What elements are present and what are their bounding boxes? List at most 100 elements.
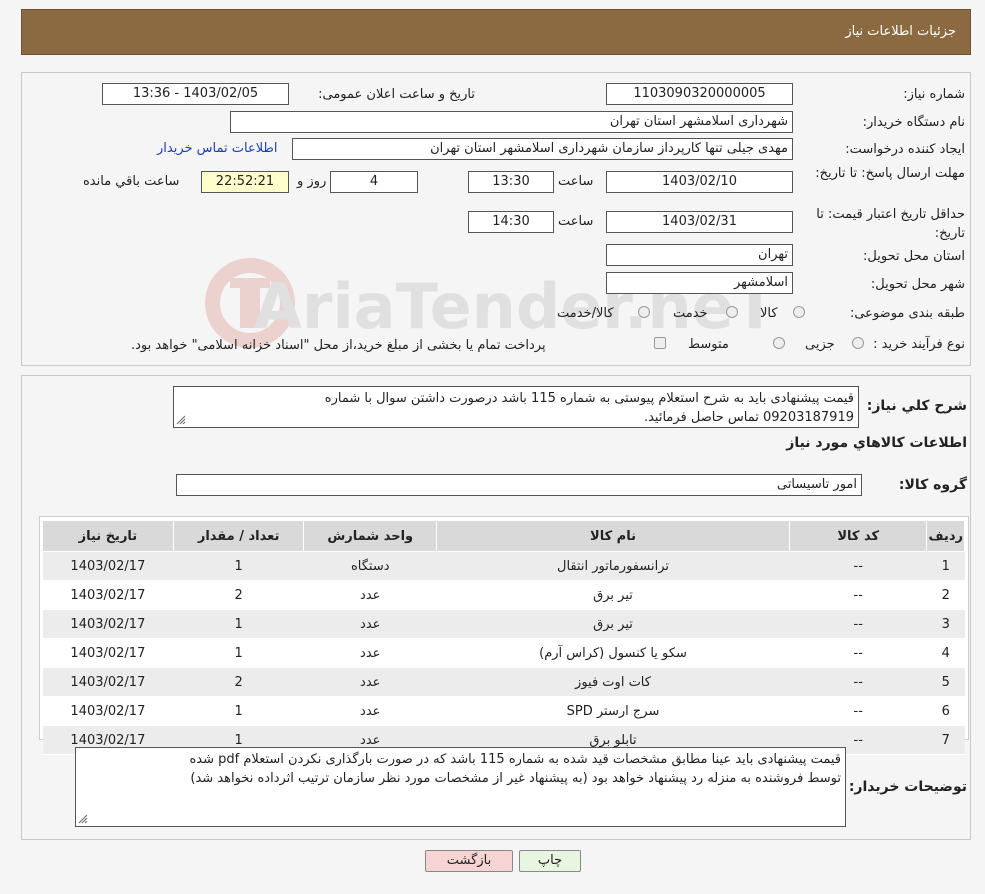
creator-label: ایجاد کننده درخواست:: [845, 142, 965, 157]
creator-field: مهدی جیلی تنها کارپرداز سازمان شهرداری ا…: [292, 138, 793, 160]
category-service-radio[interactable]: [726, 306, 738, 318]
col-qty: تعداد / مقدار: [172, 520, 305, 552]
purchase-partial-label: جزیی: [805, 337, 835, 352]
cell-code: --: [789, 580, 927, 610]
cell-unit: عدد: [303, 667, 437, 697]
page-title: جزئیات اطلاعات نیاز: [845, 24, 956, 39]
cell-name: ترانسفورماتور انتقال: [436, 551, 790, 581]
table-row: 1 -- ترانسفورماتور انتقال دستگاه 1 1403/…: [42, 551, 965, 581]
cell-name: سکو یا کنسول (کراس آرم): [436, 638, 790, 668]
purchase-partial-radio[interactable]: [852, 337, 864, 349]
summary-line-1: قیمت پیشنهادی باید به شرح استعلام پیوستی…: [324, 391, 854, 406]
category-goods-radio[interactable]: [793, 306, 805, 318]
days-label: روز و: [297, 174, 327, 189]
validity-label: حداقل تاریخ اعتبار قیمت: تا تاریخ:: [816, 207, 965, 241]
cell-date: 1403/02/17: [42, 638, 174, 668]
col-date: تاريخ نياز: [42, 520, 174, 552]
cell-date: 1403/02/17: [42, 667, 174, 697]
col-unit: واحد شمارش: [303, 520, 438, 552]
cell-date: 1403/02/17: [42, 580, 174, 610]
print-button[interactable]: چاپ: [519, 850, 581, 872]
deadline-label: مهلت ارسال پاسخ: تا تاریخ:: [815, 166, 965, 181]
purchase-medium-radio[interactable]: [773, 337, 785, 349]
buyer-notes-textarea[interactable]: قیمت پیشنهادی باید عینا مطابق مشخصات قید…: [75, 747, 846, 827]
cell-row: 5: [926, 667, 965, 697]
remaining-time-field: 22:52:21: [201, 171, 289, 193]
cell-unit: عدد: [303, 638, 437, 668]
validity-time-field: 14:30: [468, 211, 554, 233]
category-label: طبقه بندی موضوعی:: [849, 306, 965, 321]
resize-grip-icon[interactable]: [78, 814, 88, 824]
table-row: 5 -- کات اوت فیوز عدد 2 1403/02/17: [42, 667, 965, 697]
cell-name: تیر برق: [436, 609, 790, 639]
remaining-label: ساعت باقي مانده: [83, 174, 180, 189]
cell-code: --: [789, 667, 927, 697]
cell-qty: 1: [173, 638, 304, 668]
summary-line-2: 09203187919 تماس حاصل فرمائید.: [643, 410, 854, 425]
cell-row: 2: [926, 580, 965, 610]
province-label: استان محل تحویل:: [863, 249, 965, 264]
cell-qty: 2: [173, 667, 304, 697]
cell-unit: عدد: [303, 696, 437, 726]
province-field: تهران: [606, 244, 793, 266]
city-field: اسلامشهر: [606, 272, 793, 294]
purchase-type-label: نوع فرآیند خرید :: [873, 337, 965, 352]
cell-row: 1: [926, 551, 965, 581]
table-row: 3 -- تیر برق عدد 1 1403/02/17: [42, 609, 965, 639]
cell-qty: 1: [173, 609, 304, 639]
buyer-notes-line-1: قیمت پیشنهادی باید عینا مطابق مشخصات قید…: [189, 752, 841, 767]
goods-group-field: امور تاسیساتی: [176, 474, 862, 496]
need-number-field: 1103090320000005: [606, 83, 793, 105]
validity-time-label: ساعت: [558, 214, 594, 229]
table-row: 2 -- تیر برق عدد 2 1403/02/17: [42, 580, 965, 610]
table-row: 4 -- سکو یا کنسول (کراس آرم) عدد 1 1403/…: [42, 638, 965, 668]
cell-code: --: [789, 609, 927, 639]
page-header: جزئیات اطلاعات نیاز: [21, 9, 971, 55]
cell-name: تیر برق: [436, 580, 790, 610]
back-button[interactable]: بازگشت: [425, 850, 513, 872]
col-name: نام کالا: [436, 520, 790, 552]
city-label: شهر محل تحویل:: [870, 277, 965, 292]
summary-textarea[interactable]: قیمت پیشنهادی باید به شرح استعلام پیوستی…: [173, 386, 859, 428]
announce-field: 1403/02/05 - 13:36: [102, 83, 289, 105]
table-row: 6 -- سرج ارستر SPD عدد 1 1403/02/17: [42, 696, 965, 726]
announce-label: تاریخ و ساعت اعلان عمومی:: [318, 87, 475, 102]
buyer-contact-link[interactable]: اطلاعات تماس خریدار: [157, 141, 277, 156]
buyer-notes-line-2: توسط فروشنده به منزله رد پیشنهاد خواهد ب…: [190, 771, 841, 786]
summary-label: شرح کلي نياز:: [866, 398, 967, 414]
purchase-medium-label: متوسط: [688, 337, 729, 352]
col-row: رديف: [926, 520, 965, 552]
buyer-org-field: شهرداری اسلامشهر استان تهران: [230, 111, 793, 133]
need-number-label: شماره نیاز:: [903, 87, 965, 102]
col-code: کد کالا: [788, 520, 928, 552]
items-table: رديف کد کالا نام کالا واحد شمارش تعداد /…: [42, 520, 965, 755]
cell-unit: عدد: [303, 580, 437, 610]
category-both-label: کالا/خدمت: [557, 306, 614, 321]
table-header-row: رديف کد کالا نام کالا واحد شمارش تعداد /…: [42, 520, 965, 552]
cell-qty: 2: [173, 580, 304, 610]
cell-row: 7: [926, 725, 965, 755]
treasury-checkbox[interactable]: [654, 337, 666, 349]
cell-unit: دستگاه: [303, 551, 437, 581]
cell-name: کات اوت فیوز: [436, 667, 790, 697]
treasury-note: پرداخت تمام یا بخشی از مبلغ خرید،از محل …: [131, 338, 546, 353]
cell-unit: عدد: [303, 609, 437, 639]
cell-qty: 1: [173, 551, 304, 581]
goods-info-title: اطلاعات کالاهاي مورد نياز: [786, 435, 967, 451]
cell-qty: 1: [173, 696, 304, 726]
goods-group-label: گروه کالا:: [898, 477, 967, 493]
deadline-date-field: 1403/02/10: [606, 171, 793, 193]
category-service-label: خدمت: [673, 306, 708, 321]
validity-date-field: 1403/02/31: [606, 211, 793, 233]
resize-grip-icon[interactable]: [176, 415, 186, 425]
buyer-notes-label: توضیحات خریدار:: [848, 779, 967, 795]
cell-name: سرج ارستر SPD: [436, 696, 790, 726]
days-field: 4: [330, 171, 418, 193]
cell-row: 4: [926, 638, 965, 668]
cell-date: 1403/02/17: [42, 609, 174, 639]
deadline-time-field: 13:30: [468, 171, 554, 193]
cell-code: --: [789, 696, 927, 726]
category-both-radio[interactable]: [638, 306, 650, 318]
cell-row: 3: [926, 609, 965, 639]
buyer-org-label: نام دستگاه خریدار:: [862, 115, 965, 130]
